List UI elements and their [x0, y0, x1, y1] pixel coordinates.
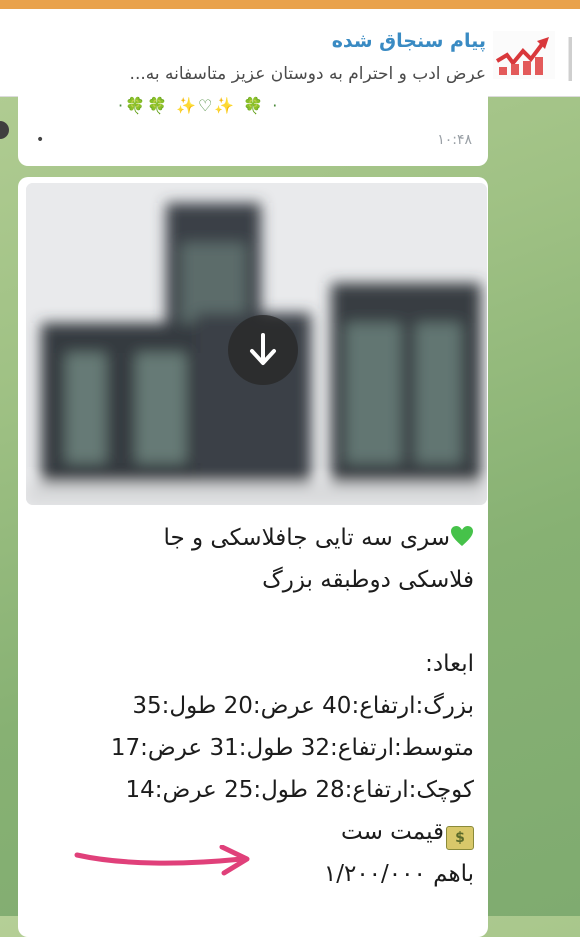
price-label: قیمت ست: [341, 819, 444, 845]
title-text-1: سری سه تایی جافلاسکی و جا: [163, 525, 450, 551]
emoji-row: ·🍀🍀 ✨♡✨ 🍀 ·: [118, 96, 280, 115]
product-message-bubble[interactable]: سری سه تایی جافلاسکی و جا فلاسکی دوطبقه …: [18, 177, 488, 937]
size-small: کوچک:ارتفاع:28 طول:25 عرض:14: [125, 777, 475, 803]
message-time: ۱۰:۴۸: [437, 132, 472, 148]
size-medium: متوسط:ارتفاع:32 طول:31 عرض:17: [110, 735, 474, 761]
size-large: بزرگ:ارتفاع:40 عرض:20 طول:35: [132, 693, 474, 719]
dims-label: ابعاد:: [425, 651, 474, 677]
status-accent-bar: [0, 0, 580, 9]
green-heart-icon: [451, 526, 473, 546]
money-bag-icon: $: [446, 826, 474, 850]
title-line-2: فلاسکی دوطبقه بزرگ: [262, 567, 474, 593]
message-text: سری سه تایی جافلاسکی و جا فلاسکی دوطبقه …: [34, 517, 474, 895]
pinned-title: پیام سنجاق شده: [331, 30, 486, 52]
pinned-list-handle-icon[interactable]: [568, 37, 572, 81]
pinned-preview: عرض ادب و احترام به دوستان عزیز متاسفانه…: [129, 64, 486, 84]
download-button[interactable]: [228, 315, 298, 385]
previous-message-bubble[interactable]: ·🍀🍀 ✨♡✨ 🍀 · ۱۰:۴۸ •: [18, 88, 488, 166]
product-photo[interactable]: [26, 183, 487, 505]
side-avatar-edge: [0, 115, 10, 145]
download-arrow-icon: [250, 333, 276, 365]
pinned-message-bar[interactable]: پیام سنجاق شده عرض ادب و احترام به دوستا…: [0, 9, 580, 97]
pinned-thumbnail: [493, 31, 555, 79]
title-line-1: سری سه تایی جافلاسکی و جا: [34, 517, 474, 559]
message-dot: •: [36, 132, 45, 148]
pink-arrow-annotation: [74, 845, 250, 876]
